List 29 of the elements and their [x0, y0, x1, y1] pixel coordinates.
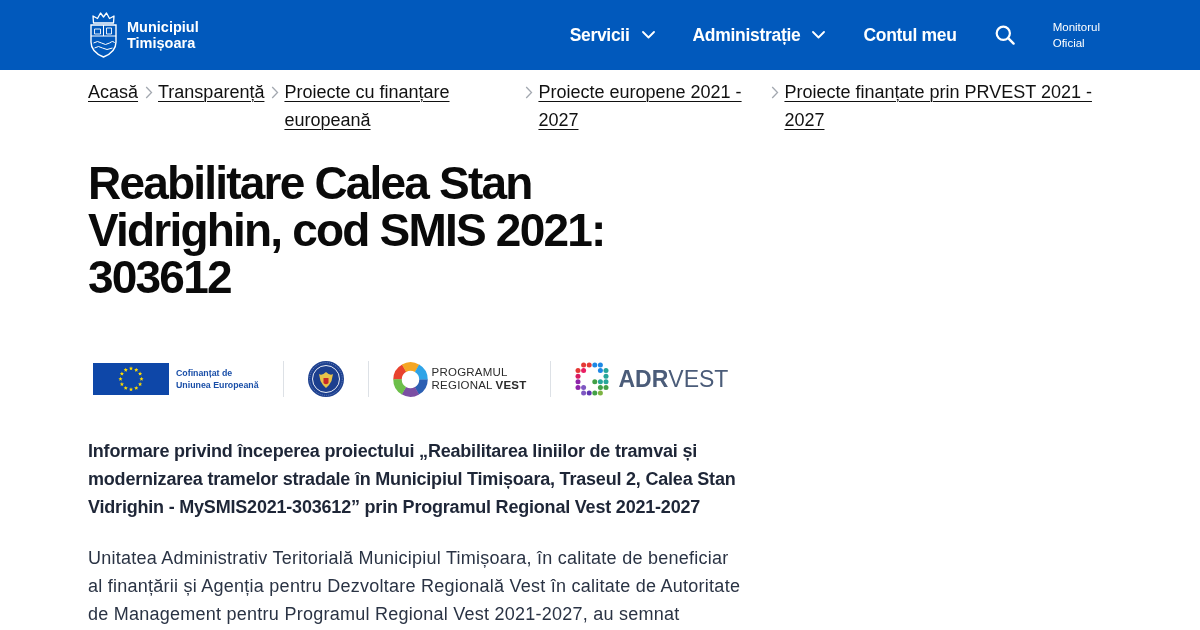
chevron-icon [525, 86, 534, 99]
logo-wordmark: ADRVEST [618, 365, 729, 393]
ring-icon [392, 361, 428, 397]
chevron-icon [271, 86, 280, 99]
chevron-icon [771, 86, 780, 99]
chevron-icon [145, 86, 154, 99]
dot-grid-icon [575, 362, 610, 396]
monitor-link[interactable]: Monitorul Oficial [1052, 19, 1100, 51]
site-name[interactable]: Municipiul Timișoara [127, 19, 199, 51]
breadcrumb-link[interactable]: Proiecte cu finanțare europeană [284, 78, 459, 134]
breadcrumb-link[interactable]: Acasă [88, 78, 139, 106]
caret-icon [812, 31, 826, 39]
star-flag-icon [93, 363, 169, 395]
breadcrumb-link[interactable]: Proiecte finanțate prin PRVEST 2021 - 2027 [784, 78, 1097, 134]
lead-paragraph: Informare privind începerea proiectului „Reabilitarea liniilor de tramvai și modernizarea tramelor stradale în Municipiul Timișoara, Traseul 2, Calea Stan Vidrighin - MySMIS2021-303612” prin Programul Regional Vest 2021-2027 [88, 440, 737, 519]
nav-menu-button[interactable]: Servicii [569, 23, 655, 47]
seal-icon [307, 361, 344, 397]
search-icon [994, 25, 1015, 45]
caret-icon [641, 31, 655, 39]
logo-caption: Cofinanțat de Uniunea Europeană [176, 367, 259, 391]
crest-icon[interactable] [88, 12, 119, 58]
breadcrumb-link[interactable]: Proiecte europene 2021 - 2027 [538, 78, 751, 134]
body-paragraph: Unitatea Administrativ Teritorială Municipiul Timișoara, în calitate de beneficiar al finanțării și Agenția pentru Dezvoltare Regională Vest în calitate de Autoritate de Management pentru Programul Regional Vest 2021-2027, au semnat [88, 547, 742, 626]
page-title: Reabilitare Calea Stan Vidrighin, cod SMIS 2021: 303612 [88, 160, 606, 301]
nav-menu-button[interactable]: Administrație [692, 23, 826, 47]
breadcrumb-link[interactable]: Transparență [158, 78, 265, 106]
search-button[interactable] [994, 25, 1015, 45]
nav-link[interactable]: Contul meu [863, 23, 957, 47]
logo-caption: PROGRAMUL REGIONAL VEST [431, 366, 527, 392]
